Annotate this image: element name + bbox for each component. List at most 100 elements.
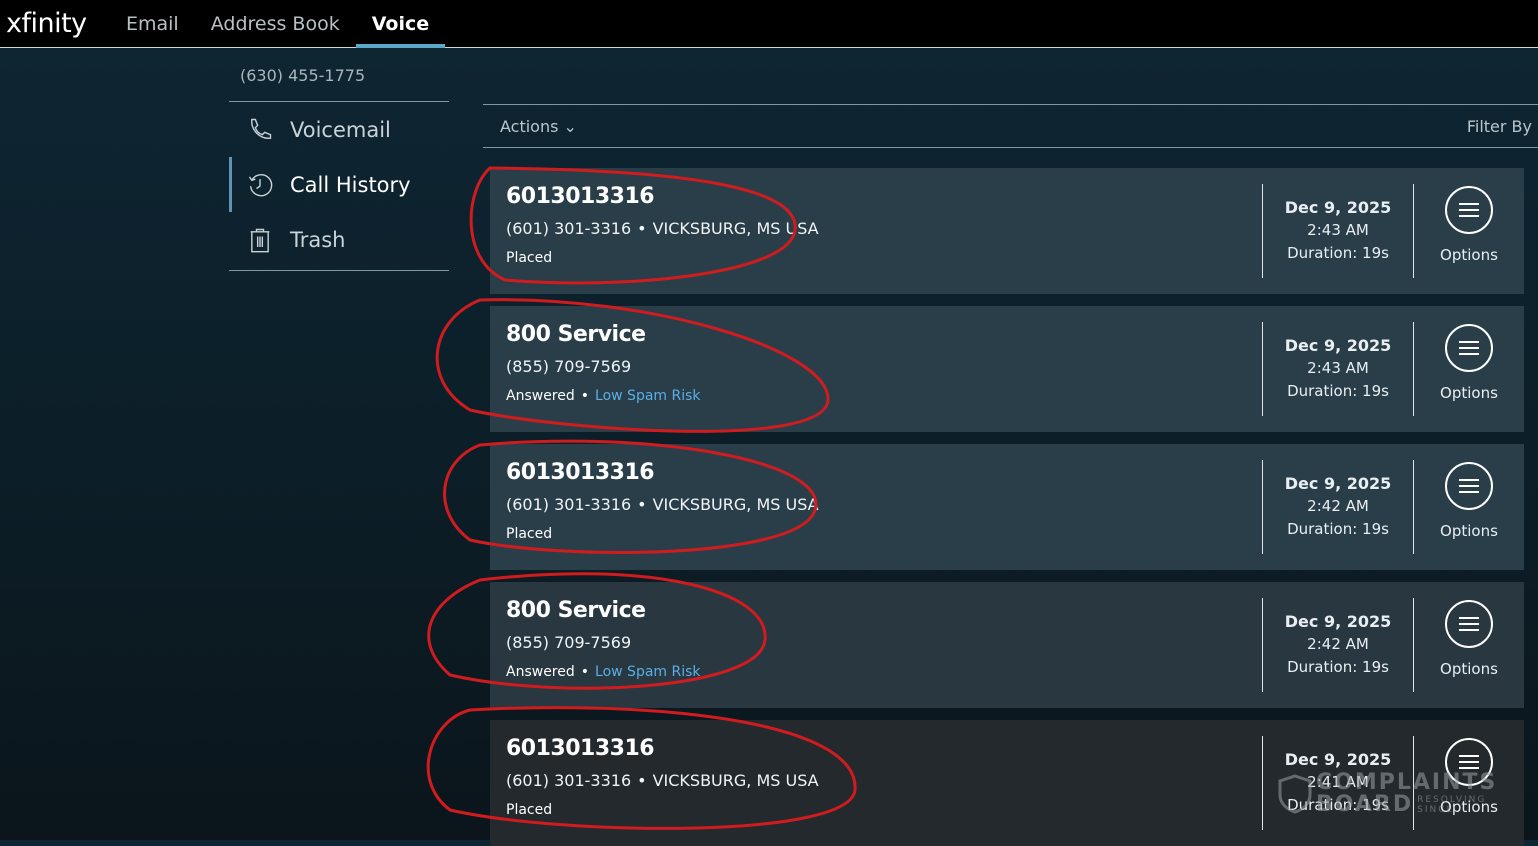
sidebar-item-label: Trash [290, 227, 346, 252]
call-date: Dec 9, 2025 [1284, 198, 1392, 217]
call-details: (601) 301-3316 • VICKSBURG, MS USA [506, 219, 1246, 238]
call-details: (601) 301-3316 • VICKSBURG, MS USA [506, 495, 1246, 514]
toolbar: Actions ⌄ Filter By [483, 104, 1538, 148]
options-label: Options [1440, 660, 1498, 678]
call-duration: Duration: 19s [1287, 244, 1389, 262]
top-nav: xfinity Email Address Book Voice [0, 0, 1538, 48]
call-status: Placed [506, 526, 553, 542]
call-location: VICKSBURG, MS USA [652, 771, 819, 790]
call-status-line: Placed [506, 802, 1246, 818]
call-date: Dec 9, 2025 [1284, 750, 1392, 769]
call-time: Dec 9, 2025 2:41 AM Duration: 19s [1262, 736, 1414, 830]
call-info: 6013013316 (601) 301-3316 • VICKSBURG, MS … [490, 168, 1262, 294]
options-button[interactable]: Options [1414, 168, 1524, 294]
call-location: VICKSBURG, MS USA [652, 495, 819, 514]
separator-dot: • [637, 771, 647, 790]
call-info: 6013013316 (601) 301-3316 • VICKSBURG, MS … [490, 444, 1262, 570]
call-status: Placed [506, 802, 553, 818]
call-number: (855) 709-7569 [506, 357, 632, 376]
caller-name: 6013013316 [506, 460, 655, 485]
caller-name: 6013013316 [506, 184, 655, 209]
tab-email[interactable]: Email [110, 0, 195, 48]
call-number: (601) 301-3316 [506, 495, 632, 514]
caller-name: 6013013316 [506, 736, 655, 761]
call-status: Answered [506, 664, 575, 680]
account-number[interactable]: (630) 455-1775 [229, 49, 449, 102]
call-status-line: Answered • Low Spam Risk [506, 664, 1246, 680]
call-status-line: Placed [506, 250, 1246, 266]
call-clock-time: 2:42 AM [1307, 635, 1369, 653]
options-button[interactable]: Options [1414, 444, 1524, 570]
filter-by-dropdown[interactable]: Filter By [1467, 117, 1532, 136]
separator-dot: • [580, 388, 590, 404]
call-date: Dec 9, 2025 [1284, 474, 1392, 493]
separator-dot: • [637, 495, 647, 514]
divider [229, 270, 449, 271]
options-label: Options [1440, 384, 1498, 402]
caller-name: 800 Service [506, 322, 646, 347]
call-row[interactable]: 6013013316 (601) 301-3316 • VICKSBURG, MS … [490, 720, 1524, 846]
actions-dropdown[interactable]: Actions ⌄ [500, 117, 577, 136]
call-row[interactable]: 6013013316 (601) 301-3316 • VICKSBURG, MS … [490, 168, 1524, 294]
options-label: Options [1440, 522, 1498, 540]
call-status: Answered [506, 388, 575, 404]
sidebar-item-label: Voicemail [290, 117, 391, 142]
options-button[interactable]: Options [1414, 306, 1524, 432]
options-label: Options [1440, 246, 1498, 264]
call-clock-time: 2:42 AM [1307, 497, 1369, 515]
call-duration: Duration: 19s [1287, 520, 1389, 538]
call-details: (855) 709-7569 [506, 357, 1246, 376]
spam-risk-label: Low Spam Risk [595, 664, 701, 680]
menu-icon [1445, 324, 1493, 372]
call-clock-time: 2:41 AM [1307, 773, 1369, 791]
call-number: (855) 709-7569 [506, 633, 632, 652]
call-status-line: Answered • Low Spam Risk [506, 388, 1246, 404]
call-time: Dec 9, 2025 2:42 AM Duration: 19s [1262, 460, 1414, 554]
call-location: VICKSBURG, MS USA [652, 219, 819, 238]
sidebar-item-trash[interactable]: Trash [229, 212, 449, 267]
menu-icon [1445, 600, 1493, 648]
menu-icon [1445, 462, 1493, 510]
call-number: (601) 301-3316 [506, 771, 632, 790]
call-row[interactable]: 800 Service (855) 709-7569 Answered • Low … [490, 306, 1524, 432]
call-time: Dec 9, 2025 2:43 AM Duration: 19s [1262, 184, 1414, 278]
sidebar-item-voicemail[interactable]: Voicemail [229, 102, 449, 157]
call-clock-time: 2:43 AM [1307, 359, 1369, 377]
phone-icon [251, 118, 272, 139]
separator-dot: • [637, 219, 647, 238]
call-status: Placed [506, 250, 553, 266]
options-button[interactable]: Options [1414, 720, 1524, 846]
call-date: Dec 9, 2025 [1284, 336, 1392, 355]
call-row[interactable]: 6013013316 (601) 301-3316 • VICKSBURG, MS … [490, 444, 1524, 570]
call-duration: Duration: 19s [1287, 796, 1389, 814]
sidebar-item-label: Call History [290, 172, 411, 197]
call-info: 6013013316 (601) 301-3316 • VICKSBURG, MS … [490, 720, 1262, 846]
call-date: Dec 9, 2025 [1284, 612, 1392, 631]
trash-icon [250, 228, 270, 252]
call-status-line: Placed [506, 526, 1246, 542]
call-clock-time: 2:43 AM [1307, 221, 1369, 239]
call-time: Dec 9, 2025 2:42 AM Duration: 19s [1262, 598, 1414, 692]
history-icon [248, 173, 273, 196]
tab-voice[interactable]: Voice [355, 0, 446, 48]
sidebar: (630) 455-1775 Voicemail Call History Tr… [229, 49, 449, 271]
call-duration: Duration: 19s [1287, 382, 1389, 400]
call-duration: Duration: 19s [1287, 658, 1389, 676]
caller-name: 800 Service [506, 598, 646, 623]
call-time: Dec 9, 2025 2:43 AM Duration: 19s [1262, 322, 1414, 416]
call-details: (855) 709-7569 [506, 633, 1246, 652]
call-details: (601) 301-3316 • VICKSBURG, MS USA [506, 771, 1246, 790]
call-info: 800 Service (855) 709-7569 Answered • Low … [490, 582, 1262, 708]
menu-icon [1445, 186, 1493, 234]
call-number: (601) 301-3316 [506, 219, 632, 238]
separator-dot: • [580, 664, 590, 680]
menu-icon [1445, 738, 1493, 786]
options-button[interactable]: Options [1414, 582, 1524, 708]
chevron-down-icon: ⌄ [563, 116, 577, 136]
sidebar-item-call-history[interactable]: Call History [229, 157, 449, 212]
xfinity-logo[interactable]: xfinity [6, 8, 110, 39]
tab-address-book[interactable]: Address Book [195, 0, 356, 48]
actions-label: Actions [500, 116, 559, 136]
call-row[interactable]: 800 Service (855) 709-7569 Answered • Low … [490, 582, 1524, 708]
options-label: Options [1440, 798, 1498, 816]
